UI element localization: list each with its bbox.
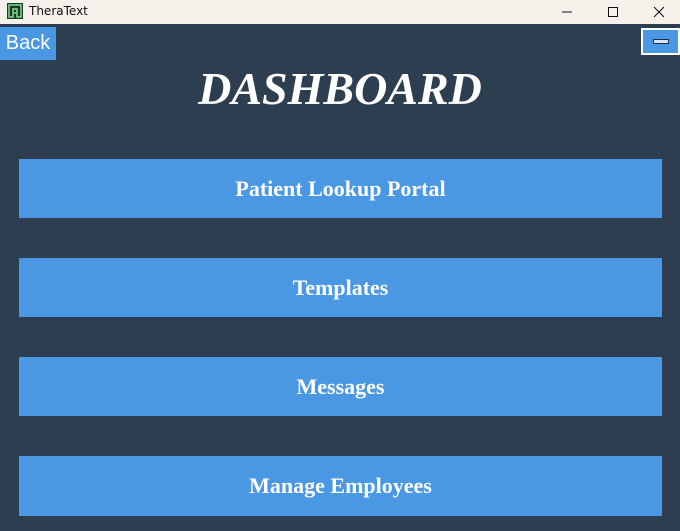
page-title: DASHBOARD	[198, 63, 482, 114]
theme-toggle-button[interactable]	[641, 28, 680, 55]
templates-button[interactable]: Templates	[19, 258, 662, 317]
window-title: TheraText	[29, 4, 88, 18]
dashboard-screen: Back DASHBOARD Patient Lookup Portal Tem…	[0, 24, 680, 531]
minimize-button[interactable]	[544, 0, 590, 24]
window-titlebar: TheraText	[0, 0, 680, 24]
close-icon	[653, 6, 665, 18]
app-icon	[7, 3, 23, 19]
back-button[interactable]: Back	[0, 27, 56, 60]
close-button[interactable]	[636, 0, 680, 24]
manage-employees-button[interactable]: Manage Employees	[19, 456, 662, 516]
maximize-button[interactable]	[590, 0, 636, 24]
minimize-icon	[562, 11, 572, 13]
maximize-icon	[608, 7, 618, 17]
patient-lookup-portal-button[interactable]: Patient Lookup Portal	[19, 159, 662, 218]
toggle-icon	[652, 39, 669, 44]
messages-button[interactable]: Messages	[19, 357, 662, 416]
